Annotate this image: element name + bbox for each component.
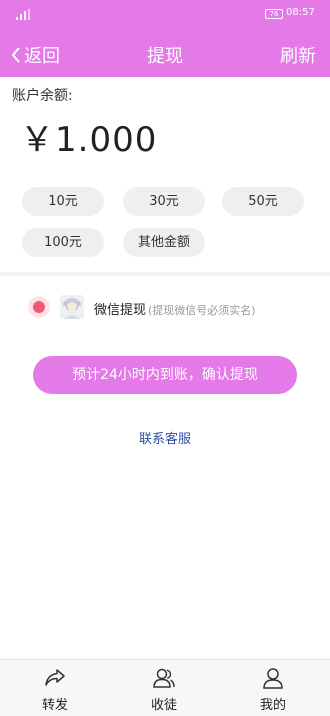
amount-option-10[interactable]: 10元 (22, 187, 104, 216)
app-header: 76 08:57 返回 提现 刷新 (0, 0, 330, 77)
bottom-tab-bar: 转发 收徒 我的 (0, 659, 330, 716)
back-button[interactable]: 返回 (10, 42, 60, 68)
users-icon (153, 668, 175, 688)
contact-service-link[interactable]: 联系客服 (0, 428, 330, 447)
tab-label: 收徒 (150, 698, 177, 713)
avatar-image (60, 295, 84, 319)
signal-icon (16, 9, 30, 20)
amount-option-100[interactable]: 100元 (22, 228, 104, 257)
amount-option-other[interactable]: 其他金额 (123, 228, 205, 257)
confirm-withdraw-button[interactable]: 预计24小时内到账，确认提现 (33, 356, 297, 394)
tab-label: 我的 (259, 698, 286, 713)
tab-mine[interactable]: 我的 (243, 666, 303, 713)
balance-value: ￥1.000 (20, 120, 158, 160)
refresh-button[interactable]: 刷新 (280, 42, 316, 68)
payment-method-label: 微信提现 (94, 303, 147, 318)
status-bar: 76 08:57 (0, 0, 330, 26)
radio-selected-dot (33, 301, 45, 313)
tab-share[interactable]: 转发 (25, 666, 85, 713)
payment-method[interactable]: 微信提现 (提现微信号必须实名) (94, 299, 256, 318)
amount-option-30[interactable]: 30元 (123, 187, 205, 216)
tab-label: 转发 (41, 698, 68, 713)
tab-apprentice[interactable]: 收徒 (134, 666, 194, 713)
user-icon (263, 668, 283, 689)
section-divider (0, 272, 330, 276)
share-icon (45, 669, 65, 686)
nav-bar: 返回 提现 刷新 (0, 33, 330, 77)
battery-indicator: 76 (265, 9, 283, 19)
payment-radio[interactable] (28, 296, 50, 318)
amount-option-50[interactable]: 50元 (222, 187, 304, 216)
balance-label: 账户余额: (12, 88, 73, 104)
back-label: 返回 (24, 46, 60, 67)
chevron-left-icon (11, 47, 20, 63)
payment-method-note: (提现微信号必须实名) (148, 304, 256, 317)
wechat-avatar (60, 295, 84, 319)
status-time: 08:57 (286, 7, 315, 18)
